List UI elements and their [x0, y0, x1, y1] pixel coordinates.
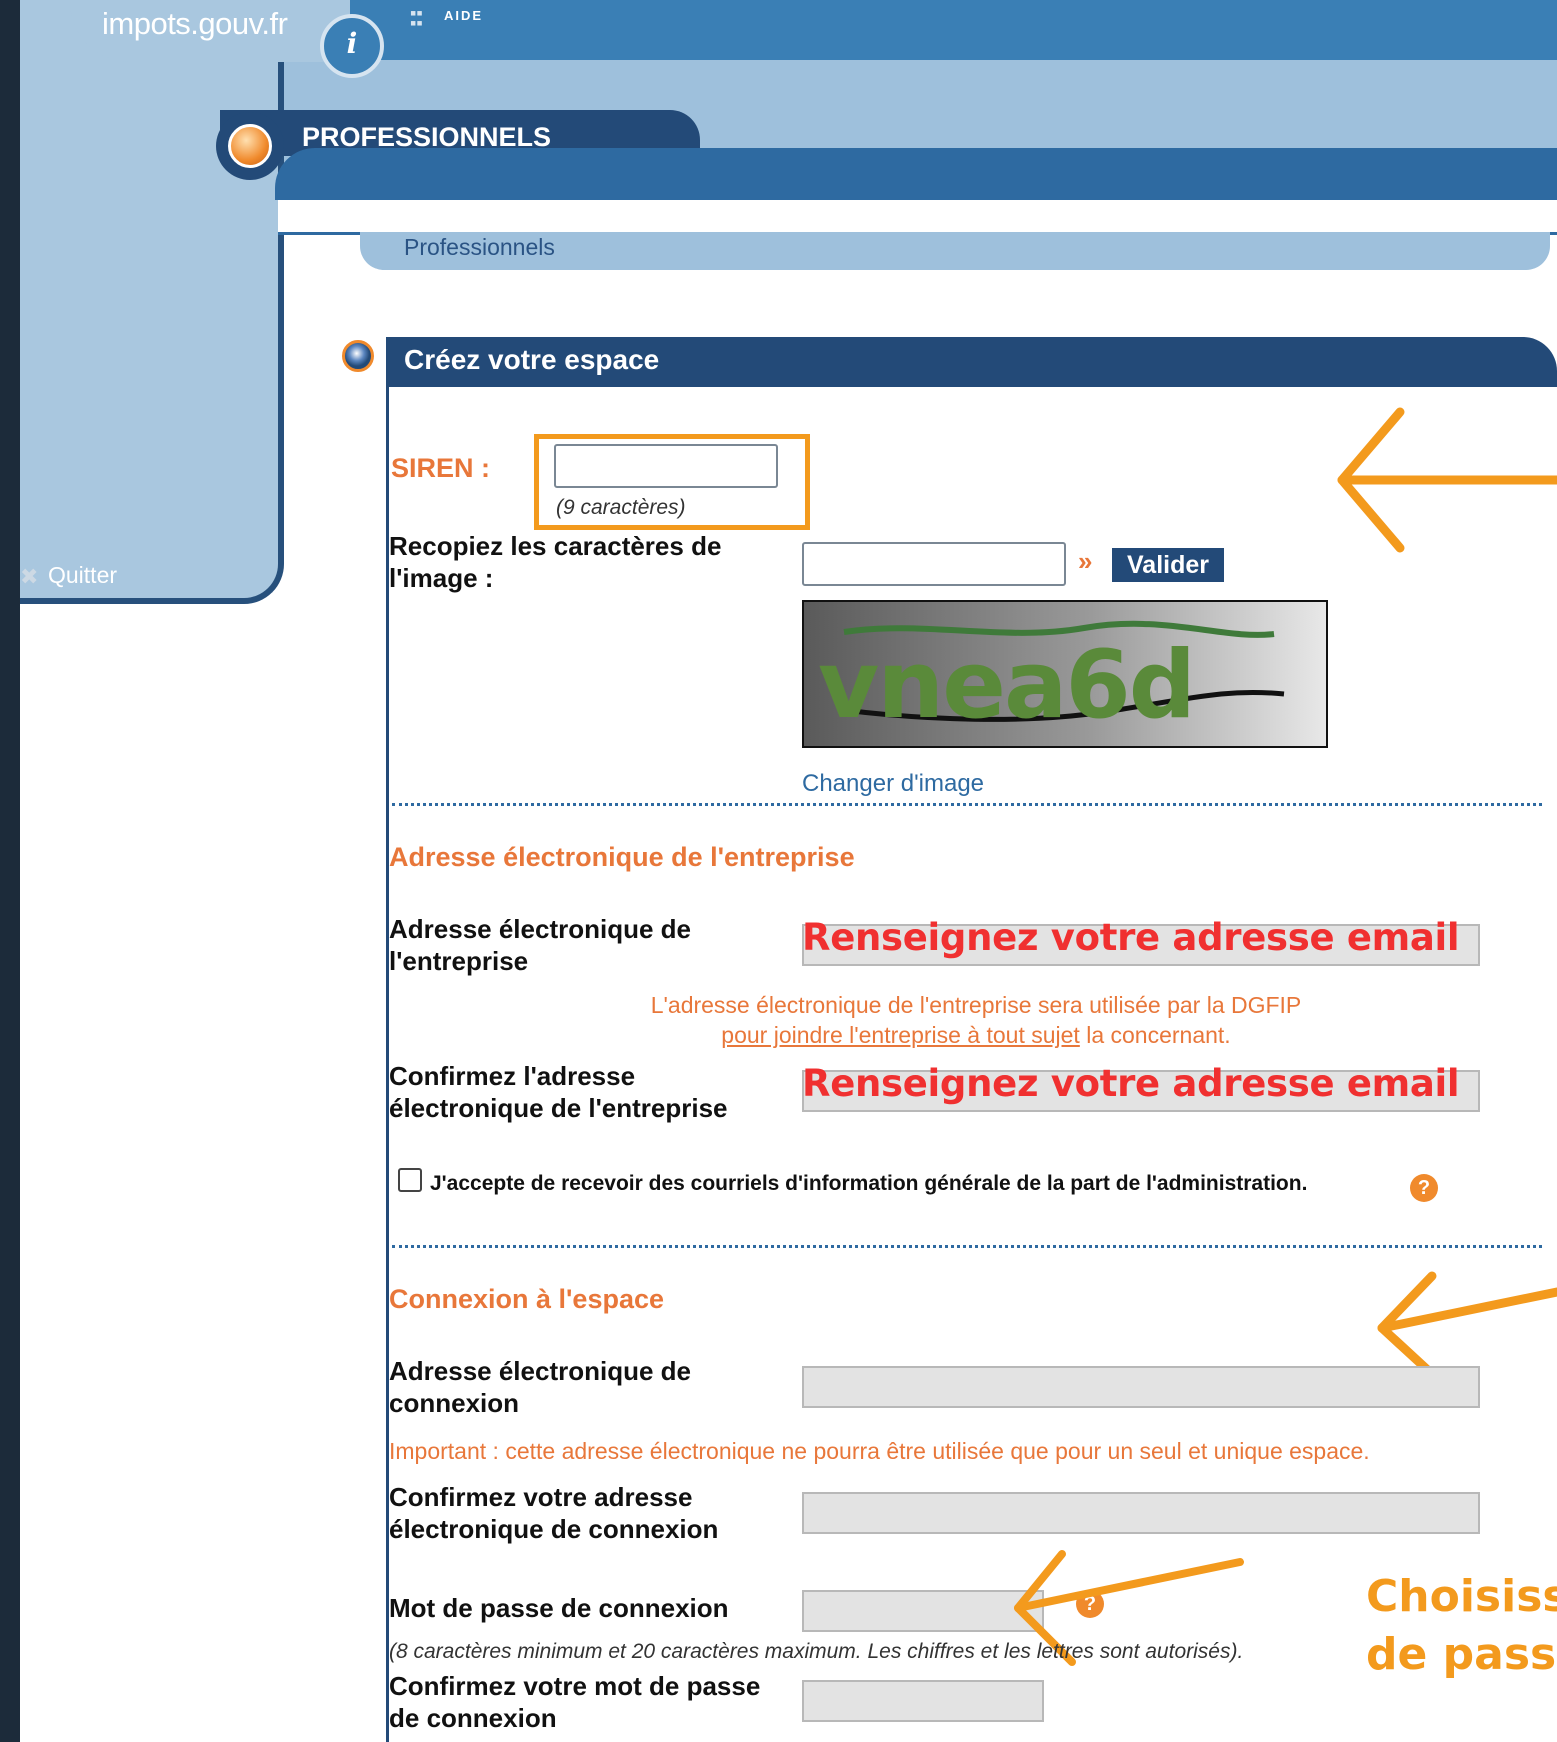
password-label: Mot de passe de connexion	[389, 1593, 729, 1623]
aide-dots-icon: ▪▪ ▪▪	[410, 3, 423, 33]
company-email-heading: Adresse électronique de l'entreprise	[389, 842, 855, 872]
connection-email-input[interactable]	[802, 1366, 1480, 1408]
consent-label: J'accepte de recevoir des courriels d'in…	[430, 1172, 1308, 1195]
siren-arrow-annotation	[1337, 407, 1557, 553]
important-note: Important : cette adresse électronique n…	[389, 1438, 1370, 1464]
password-hint: (8 caractères minimum et 20 caractères m…	[389, 1640, 1244, 1663]
help-icon[interactable]: ?	[1410, 1174, 1438, 1202]
info-icon[interactable]: i	[320, 14, 384, 78]
company-email-note-link[interactable]: pour joindre l'entreprise à tout sujet	[721, 1022, 1080, 1048]
page: impots.gouv.fr i ▪▪ ▪▪ AIDE PROFESSIONNEL…	[20, 0, 1557, 1742]
breadcrumb-link[interactable]: Professionnels	[404, 234, 555, 261]
siren-label: SIREN :	[391, 453, 491, 483]
connection-heading: Connexion à l'espace	[389, 1284, 665, 1314]
section-title: Créez votre espace	[404, 344, 660, 375]
company-email-label: Adresse électronique de l'entreprise	[389, 914, 691, 976]
password-callout: Choisiss de pass	[1366, 1571, 1557, 1680]
captcha-text: vnea6d	[818, 631, 1196, 740]
quit-link[interactable]: Quitter	[48, 562, 117, 589]
sidebar	[20, 0, 284, 604]
email-overlay-2: Renseignez votre adresse email	[802, 1062, 1460, 1105]
confirm-password-input[interactable]	[802, 1680, 1044, 1722]
consent-checkbox[interactable]	[398, 1168, 422, 1192]
connection-email-label: Adresse électronique de connexion	[389, 1356, 691, 1418]
divider	[392, 1245, 1542, 1248]
quit-icon[interactable]: ✖	[20, 564, 38, 590]
siren-highlight-box	[534, 434, 810, 530]
captcha-image: vnea6d	[802, 600, 1328, 748]
email-overlay-1: Renseignez votre adresse email	[802, 916, 1460, 959]
section-bullet-icon	[342, 340, 374, 372]
change-image-link[interactable]: Changer d'image	[802, 770, 984, 798]
orange-orb-icon	[228, 124, 272, 168]
professionnels-label: PROFESSIONNELS	[302, 122, 552, 152]
confirm-connection-email-label: Confirmez votre adresse électronique de c…	[389, 1482, 719, 1544]
aide-link[interactable]: AIDE	[444, 8, 483, 23]
site-logo[interactable]: impots.gouv.fr	[102, 6, 288, 42]
confirm-company-email-label: Confirmez l'adresse électronique de l'ent…	[389, 1061, 728, 1123]
confirm-password-label: Confirmez votre mot de passe de connexion	[389, 1671, 761, 1733]
validate-button[interactable]: Valider	[1112, 548, 1224, 582]
divider	[392, 803, 1542, 806]
professionnels-bar	[275, 148, 1557, 200]
connection-arrow-annotation	[1377, 1271, 1557, 1379]
confirm-connection-email-input[interactable]	[802, 1492, 1480, 1534]
company-email-note: L'adresse électronique de l'entreprise s…	[650, 992, 1302, 1048]
captcha-label: Recopiez les caractères de l'image :	[389, 531, 722, 593]
validate-arrow-icon: »	[1078, 546, 1093, 576]
header-strip	[278, 200, 1557, 235]
captcha-input[interactable]	[802, 542, 1066, 586]
